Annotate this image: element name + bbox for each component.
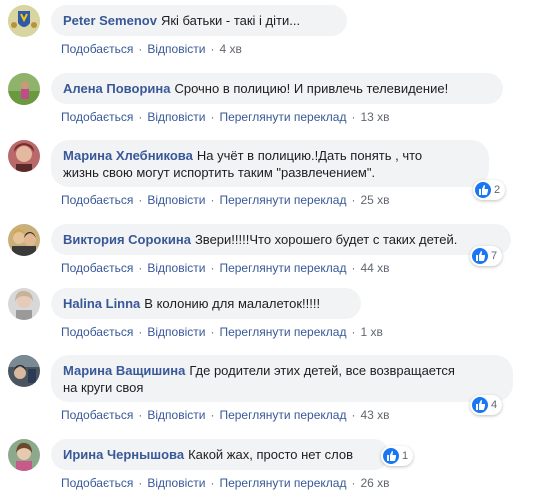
comment-author[interactable]: Марина Хлебникова [63, 148, 193, 163]
like-link[interactable]: Подобається [61, 193, 133, 207]
comment-author[interactable]: Виктория Сорокина [63, 232, 191, 247]
comment-author[interactable]: Halina Linna [63, 296, 140, 311]
comment-actions: Подобається · Відповісти · Переглянути перек… [61, 325, 383, 339]
avatar[interactable] [8, 73, 40, 105]
comment-text-cont: жизнь свою могут испортить таким "развле… [63, 165, 376, 180]
timestamp[interactable]: 25 хв [360, 193, 389, 207]
timestamp[interactable]: 26 хв [360, 476, 389, 490]
comment-text-cont: на круги своя [63, 380, 144, 395]
comment-author[interactable]: Ирина Чернышова [63, 447, 184, 462]
comment-text: Звери!!!!!Что хорошего будет с таких дет… [194, 232, 458, 247]
comment-text: В колонию для малалеток!!!!! [144, 296, 321, 311]
comment-text: Які батьки - такі і діти... [160, 13, 301, 28]
comment-text: На учёт в полицию.!Дать понять , что [196, 148, 423, 163]
avatar[interactable] [8, 140, 40, 172]
reply-link[interactable]: Відповісти [147, 325, 205, 339]
translate-link[interactable]: Переглянути переклад [219, 476, 346, 490]
avatar[interactable] [8, 439, 40, 471]
like-icon [472, 397, 488, 413]
comment-actions: Подобається · Відповісти · Переглянути перек… [61, 261, 390, 275]
translate-link[interactable]: Переглянути переклад [219, 193, 346, 207]
translate-link[interactable]: Переглянути переклад [219, 261, 346, 275]
timestamp[interactable]: 1 хв [360, 325, 382, 339]
timestamp[interactable]: 4 хв [219, 42, 241, 56]
like-link[interactable]: Подобається [61, 476, 133, 490]
like-link[interactable]: Подобається [61, 408, 133, 422]
reply-link[interactable]: Відповісти [147, 261, 205, 275]
comment-bubble: Peter Semenov Які батьки - такі і діти... [51, 5, 347, 36]
translate-link[interactable]: Переглянути переклад [219, 408, 346, 422]
comment-text: Какой жах, просто нет слов [188, 447, 354, 462]
avatar[interactable] [8, 288, 40, 320]
reply-link[interactable]: Відповісти [147, 193, 205, 207]
translate-link[interactable]: Переглянути переклад [219, 325, 346, 339]
reply-link[interactable]: Відповісти [147, 476, 205, 490]
comment-author[interactable]: Марина Ващишина [63, 363, 185, 378]
like-icon [383, 448, 399, 464]
comment-author[interactable]: Алена Поворина [63, 81, 170, 96]
like-link[interactable]: Подобається [61, 42, 133, 56]
comment-author[interactable]: Peter Semenov [63, 13, 157, 28]
timestamp[interactable]: 13 хв [360, 110, 389, 124]
avatar[interactable] [8, 224, 40, 256]
like-link[interactable]: Подобається [61, 325, 133, 339]
comment-bubble: Ирина Чернышова Какой жах, просто нет сло… [51, 439, 389, 470]
like-link[interactable]: Подобається [61, 110, 133, 124]
like-icon [472, 248, 488, 264]
like-link[interactable]: Подобається [61, 261, 133, 275]
comment-actions: Подобається · Відповісти · Переглянути перек… [61, 110, 390, 124]
reply-link[interactable]: Відповісти [147, 408, 205, 422]
reaction-count[interactable]: 7 [470, 246, 503, 266]
comment-text: Где родители этих детей, все возвращаетс… [189, 363, 455, 378]
comment-bubble: Марина Хлебникова На учёт в полицию.!Дать… [51, 140, 489, 187]
avatar[interactable] [8, 355, 40, 387]
reply-link[interactable]: Відповісти [147, 42, 205, 56]
reaction-count[interactable]: 1 [381, 446, 414, 466]
reaction-count[interactable]: 4 [470, 395, 503, 415]
timestamp[interactable]: 43 хв [360, 408, 389, 422]
comment-actions: Подобається · Відповісти · 4 хв [61, 42, 242, 56]
comment-actions: Подобається · Відповісти · Переглянути перек… [61, 408, 390, 422]
like-icon [475, 182, 491, 198]
comment-bubble: Алена Поворина Срочно в полицию! И привле… [51, 73, 503, 104]
comment-bubble: Виктория Сорокина Звери!!!!!Что хорошего … [51, 224, 511, 255]
avatar[interactable] [8, 5, 40, 37]
translate-link[interactable]: Переглянути переклад [219, 110, 346, 124]
comment-actions: Подобається · Відповісти · Переглянути перек… [61, 193, 390, 207]
reaction-count[interactable]: 2 [473, 180, 506, 200]
comment-text: Срочно в полицию! И привлечь телевидение… [174, 81, 449, 96]
comment-actions: Подобається · Відповісти · Переглянути перек… [61, 476, 390, 490]
comment-bubble: Halina Linna В колонию для малалеток!!!!! [51, 288, 361, 319]
timestamp[interactable]: 44 хв [360, 261, 389, 275]
reply-link[interactable]: Відповісти [147, 110, 205, 124]
comment-bubble: Марина Ващишина Где родители этих детей, … [51, 355, 513, 402]
